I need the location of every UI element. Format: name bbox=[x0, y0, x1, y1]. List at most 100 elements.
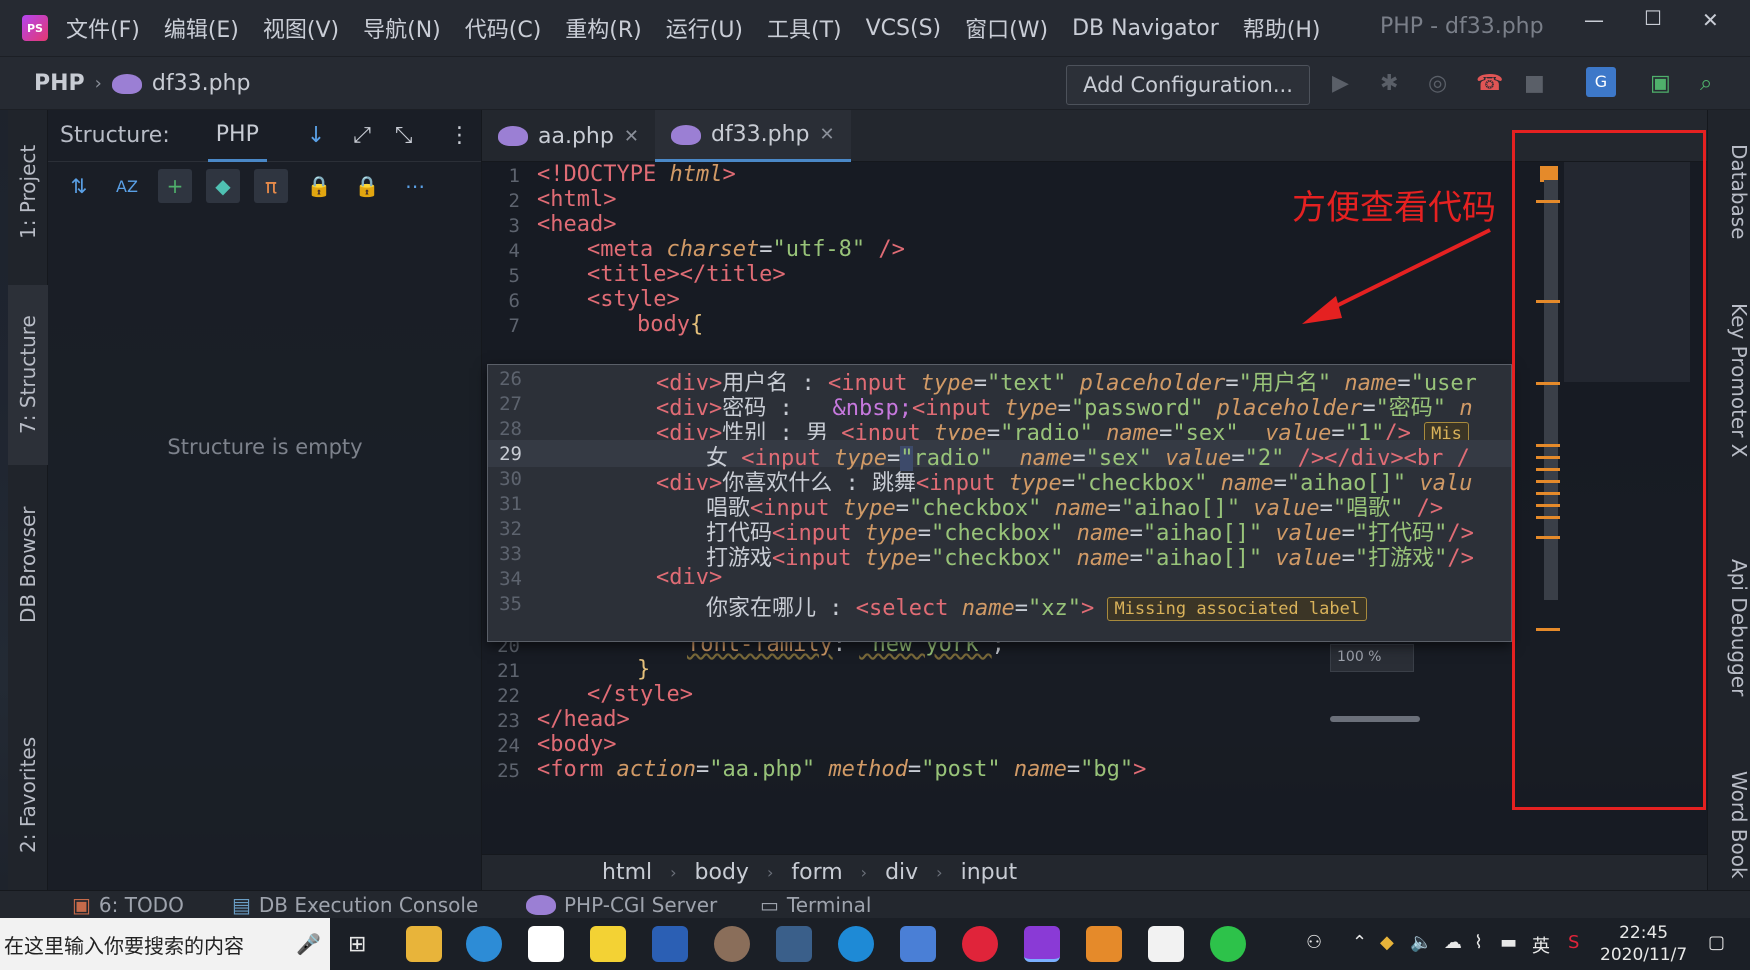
line-text: <body> bbox=[537, 732, 617, 757]
menu-edit[interactable]: 编辑(E) bbox=[164, 12, 239, 44]
tab-word-book[interactable]: Word Book bbox=[1708, 760, 1750, 890]
ime-indicator[interactable]: 英 bbox=[1532, 932, 1550, 958]
shield-icon[interactable]: ◆ bbox=[1380, 932, 1394, 953]
typora-icon[interactable] bbox=[1148, 926, 1184, 962]
menu-navigate[interactable]: 导航(N) bbox=[363, 12, 441, 44]
menu-vcs[interactable]: VCS(S) bbox=[866, 16, 942, 41]
show-constants-icon[interactable]: π bbox=[254, 169, 288, 203]
menu-refactor[interactable]: 重构(R) bbox=[565, 12, 641, 44]
taskbar-search-input[interactable]: 在这里输入你要搜索的内容 🎤 bbox=[0, 918, 330, 970]
qq-browser-icon[interactable] bbox=[838, 926, 874, 962]
run-icon[interactable]: ▶ bbox=[1332, 71, 1349, 96]
close-tab-icon[interactable]: ✕ bbox=[624, 126, 639, 147]
tab-structure[interactable]: 7: Structure bbox=[8, 285, 48, 465]
tab-df33-php[interactable]: df33.php ✕ bbox=[654, 110, 851, 162]
wechat-icon[interactable] bbox=[1210, 926, 1246, 962]
menu-window[interactable]: 窗口(W) bbox=[965, 12, 1048, 44]
breadcrumb-form[interactable]: form bbox=[791, 860, 842, 885]
expand-icon[interactable]: ⤢ bbox=[353, 123, 371, 148]
word-icon[interactable] bbox=[652, 926, 688, 962]
add-configuration-button[interactable]: Add Configuration... bbox=[1066, 65, 1310, 105]
tab-db-browser[interactable]: DB Browser bbox=[8, 480, 48, 650]
line-text: </head> bbox=[537, 707, 630, 732]
tab-php-cgi-server[interactable]: PHP-CGI Server bbox=[526, 893, 717, 917]
missing-label-badge[interactable]: Missing associated label bbox=[1107, 597, 1368, 621]
tab-terminal[interactable]: ▭ Terminal bbox=[760, 893, 871, 917]
maximize-icon[interactable]: ☐ bbox=[1644, 6, 1662, 30]
task-view-icon[interactable]: ⊞ bbox=[348, 932, 366, 957]
tab-terminal-label: Terminal bbox=[786, 893, 872, 917]
listen-debug-icon[interactable]: ☎ bbox=[1476, 71, 1503, 96]
sort-visibility-icon[interactable]: ⇅ bbox=[62, 169, 96, 203]
tab-key-promoter[interactable]: Key Promoter X bbox=[1708, 280, 1750, 480]
breadcrumb-html[interactable]: html bbox=[602, 860, 652, 885]
search-everywhere-icon[interactable]: ⌕ bbox=[1700, 71, 1712, 96]
app-icon[interactable] bbox=[776, 926, 812, 962]
show-private-icon[interactable]: 🔒 bbox=[350, 169, 384, 203]
sogou-icon[interactable]: S bbox=[1568, 932, 1579, 953]
tab-favorites[interactable]: 2: Favorites bbox=[8, 710, 48, 880]
breadcrumb-div[interactable]: div bbox=[885, 860, 918, 885]
chevron-up-icon[interactable]: ⌃ bbox=[1352, 932, 1367, 953]
show-fields-icon[interactable]: + bbox=[158, 169, 192, 203]
sort-alpha-icon[interactable]: AZ bbox=[110, 169, 144, 203]
netease-music-icon[interactable] bbox=[962, 926, 998, 962]
tab-todo[interactable]: ▣ 6: TODO bbox=[72, 893, 184, 917]
line-text: </style> bbox=[587, 682, 693, 707]
menu-db-navigator[interactable]: DB Navigator bbox=[1072, 16, 1219, 41]
app-icon[interactable] bbox=[900, 926, 936, 962]
notification-icon[interactable]: ▢ bbox=[1708, 932, 1725, 953]
people-icon[interactable]: ⚇ bbox=[1306, 932, 1322, 953]
file-explorer-icon[interactable] bbox=[406, 926, 442, 962]
current-file-name[interactable]: df33.php bbox=[152, 71, 251, 96]
menu-run[interactable]: 运行(U) bbox=[666, 12, 743, 44]
tab-api-debugger[interactable]: Api Debugger bbox=[1708, 528, 1750, 728]
close-tab-icon[interactable]: ✕ bbox=[820, 124, 835, 145]
debug-icon[interactable]: ✱ bbox=[1380, 71, 1398, 96]
battery-icon[interactable]: ▬ bbox=[1500, 932, 1517, 953]
edge-icon[interactable] bbox=[466, 926, 502, 962]
tab-project[interactable]: 1: Project bbox=[8, 122, 48, 262]
terminal-run-icon[interactable]: ▣ bbox=[1650, 71, 1671, 96]
menu-code[interactable]: 代码(C) bbox=[465, 12, 542, 44]
menu-view[interactable]: 视图(V) bbox=[263, 12, 339, 44]
network-icon[interactable]: ☁ bbox=[1444, 932, 1462, 953]
minimize-icon[interactable]: — bbox=[1584, 8, 1604, 32]
phpstorm-taskbar-icon[interactable] bbox=[1024, 926, 1060, 962]
wifi-icon[interactable]: ⌇ bbox=[1474, 932, 1483, 953]
avatar-app-icon[interactable] bbox=[714, 926, 750, 962]
coverage-icon[interactable]: ◎ bbox=[1428, 71, 1447, 96]
tab-word-book-label: Word Book bbox=[1727, 771, 1750, 879]
volume-icon[interactable]: 🔈 bbox=[1410, 932, 1432, 953]
horizontal-scrollbar[interactable] bbox=[1330, 716, 1420, 722]
microphone-icon[interactable]: 🎤 bbox=[296, 932, 321, 956]
code-preview-popup[interactable]: 26 <div>用户名 : <input type="text" placehol… bbox=[487, 364, 1512, 642]
project-name[interactable]: PHP bbox=[34, 71, 85, 96]
player-icon[interactable] bbox=[590, 926, 626, 962]
breadcrumb-body[interactable]: body bbox=[695, 860, 749, 885]
show-tags-icon[interactable]: ◆ bbox=[206, 169, 240, 203]
app-icon[interactable] bbox=[528, 926, 564, 962]
taskbar-clock[interactable]: 22:45 2020/11/7 bbox=[1600, 922, 1687, 966]
show-protected-icon[interactable]: 🔒 bbox=[302, 169, 336, 203]
translate-icon[interactable]: G bbox=[1586, 67, 1616, 97]
more-vertical-icon[interactable]: ⋮ bbox=[449, 123, 471, 148]
close-window-icon[interactable]: ✕ bbox=[1702, 8, 1719, 32]
menu-tools[interactable]: 工具(T) bbox=[767, 12, 842, 44]
arrow-down-icon[interactable]: ↓ bbox=[307, 123, 325, 148]
breadcrumb-input[interactable]: input bbox=[961, 860, 1018, 885]
tab-db-execution-console[interactable]: ▤ DB Execution Console bbox=[232, 893, 478, 917]
ide-window: PS 文件(F) 编辑(E) 视图(V) 导航(N) 代码(C) 重构(R) 运… bbox=[0, 0, 1750, 970]
menu-help[interactable]: 帮助(H) bbox=[1243, 12, 1321, 44]
tab-database[interactable]: Database bbox=[1708, 122, 1750, 262]
tab-database-label: Database bbox=[1727, 144, 1750, 240]
stop-icon[interactable]: ■ bbox=[1524, 71, 1545, 96]
app-icon[interactable] bbox=[1086, 926, 1122, 962]
line-number: 23 bbox=[497, 710, 520, 732]
more-options-icon[interactable]: ⋯ bbox=[398, 169, 432, 203]
tab-aa-php[interactable]: aa.php ✕ bbox=[482, 110, 655, 162]
tab-structure-php[interactable]: PHP bbox=[207, 110, 267, 162]
minimap[interactable] bbox=[1520, 160, 1700, 800]
menu-file[interactable]: 文件(F) bbox=[66, 12, 140, 44]
collapse-icon[interactable]: ⤡ bbox=[395, 123, 413, 148]
